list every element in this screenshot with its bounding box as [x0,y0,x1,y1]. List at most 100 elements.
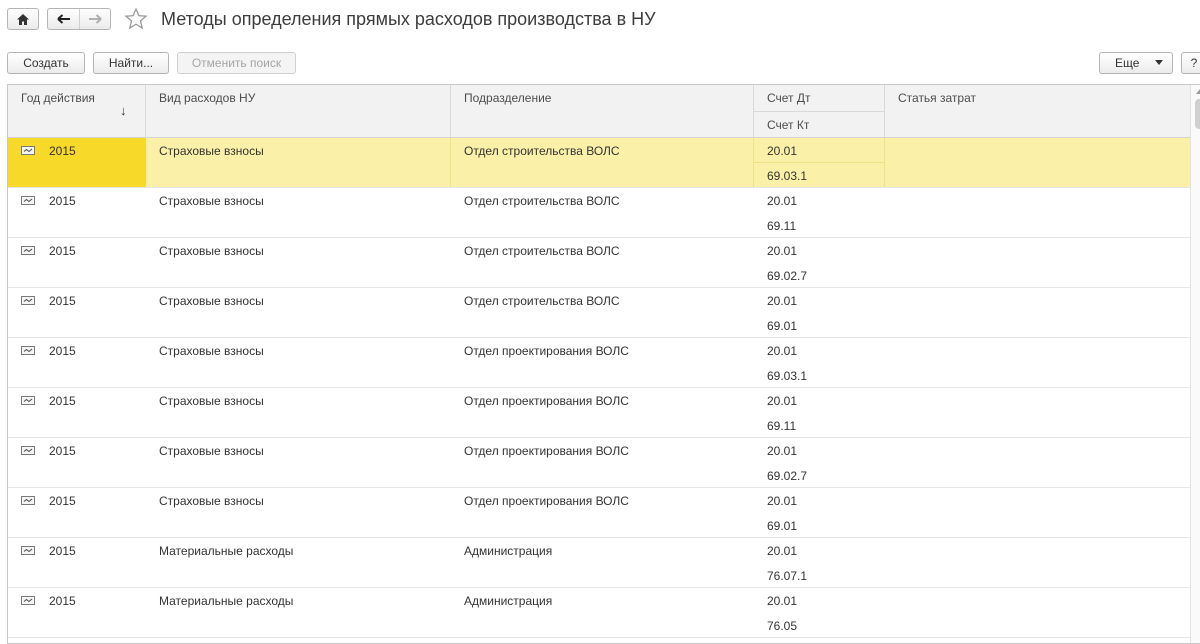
department-value: Отдел проектирования ВОЛС [464,444,629,458]
cell-expense-kind: Страховые взносы [146,488,451,537]
column-header-cost-item[interactable]: Статья затрат [885,85,1190,138]
expense-kind-value: Страховые взносы [159,394,264,408]
forward-button[interactable] [79,9,110,29]
cell-cost-item [885,488,1190,537]
expense-kind-value: Страховые взносы [159,244,264,258]
title-bar: Методы определения прямых расходов произ… [0,0,1200,42]
cell-accounts: 20.01 76.05 [754,588,885,637]
create-button[interactable]: Создать [7,52,85,74]
expense-kind-value: Страховые взносы [159,194,264,208]
department-value: Отдел проектирования ВОЛС [464,344,629,358]
table-row[interactable]: 2015 Страховые взносы Отдел строительств… [8,138,1190,188]
table-row[interactable]: 2015 Страховые взносы Отдел строительств… [8,188,1190,238]
cell-year: 2015 [8,338,146,387]
history-nav [47,8,111,30]
expense-kind-value: Материальные расходы [159,594,294,608]
table-row[interactable]: 2015 Страховые взносы Отдел строительств… [8,238,1190,288]
cell-year: 2015 [8,238,146,287]
home-icon [17,13,29,25]
cell-cost-item [885,538,1190,587]
cell-expense-kind: Страховые взносы [146,388,451,437]
expense-kind-value: Страховые взносы [159,144,264,158]
cell-department: Отдел строительства ВОЛС [451,138,754,187]
debit-account-value: 20.01 [767,394,798,408]
table-body: 2015 Страховые взносы Отдел строительств… [8,138,1190,638]
year-value: 2015 [49,394,76,408]
table-row[interactable]: 2015 Материальные расходы Администрация … [8,538,1190,588]
debit-account-value: 20.01 [767,194,798,208]
cell-expense-kind: Страховые взносы [146,138,451,187]
table-header: Год действия ↓ Вид расходов НУ Подраздел… [8,85,1190,138]
home-button[interactable] [7,8,39,30]
year-value: 2015 [49,494,76,508]
cell-expense-kind: Страховые взносы [146,238,451,287]
record-icon [21,346,35,355]
expense-kind-value: Страховые взносы [159,294,264,308]
cell-cost-item [885,288,1190,337]
cell-department: Отдел проектирования ВОЛС [451,338,754,387]
column-header-kind[interactable]: Вид расходов НУ [146,85,451,138]
cell-accounts: 20.01 69.03.1 [754,138,885,187]
record-icon [21,246,35,255]
credit-account-value: 69.01 [767,519,798,533]
table-row[interactable]: 2015 Материальные расходы Администрация … [8,588,1190,638]
cell-expense-kind: Страховые взносы [146,438,451,487]
table-row[interactable]: 2015 Страховые взносы Отдел проектирован… [8,488,1190,538]
scrollbar-thumb[interactable] [1195,99,1200,129]
cell-expense-kind: Материальные расходы [146,588,451,637]
vertical-scrollbar[interactable] [1190,85,1200,643]
expense-kind-value: Материальные расходы [159,544,294,558]
help-button[interactable]: ? [1181,52,1200,74]
page-title: Методы определения прямых расходов произ… [161,9,656,29]
cell-accounts: 20.01 69.03.1 [754,338,885,387]
expense-kind-value: Страховые взносы [159,444,264,458]
expense-kind-value: Страховые взносы [159,494,264,508]
cancel-search-button[interactable]: Отменить поиск [177,52,296,74]
year-value: 2015 [49,344,76,358]
debit-account-value: 20.01 [767,494,798,508]
year-value: 2015 [49,144,76,158]
cell-expense-kind: Страховые взносы [146,188,451,237]
column-header-department[interactable]: Подразделение [451,85,754,138]
more-menu-button[interactable]: Еще [1099,52,1173,74]
arrow-left-icon [56,14,70,24]
record-icon [21,396,35,405]
table-row[interactable]: 2015 Страховые взносы Отдел проектирован… [8,338,1190,388]
scroll-up-icon[interactable] [1196,89,1200,94]
table-row[interactable]: 2015 Страховые взносы Отдел проектирован… [8,388,1190,438]
record-icon [21,146,35,155]
year-value: 2015 [49,544,76,558]
credit-account-value: 69.11 [767,419,797,433]
cell-accounts: 20.01 76.07.1 [754,538,885,587]
table-row[interactable]: 2015 Страховые взносы Отдел проектирован… [8,438,1190,488]
cell-cost-item [885,338,1190,387]
credit-account-value: 69.11 [767,219,797,233]
year-value: 2015 [49,444,76,458]
favorite-star-icon[interactable] [124,7,148,31]
sort-desc-icon: ↓ [120,103,127,118]
table-row[interactable]: 2015 Страховые взносы Отдел строительств… [8,288,1190,338]
back-button[interactable] [48,9,79,29]
credit-account-value: 69.03.1 [767,169,808,183]
find-button[interactable]: Найти... [93,52,169,74]
column-header-year[interactable]: Год действия ↓ [8,85,146,138]
credit-account-value: 76.05 [767,619,798,633]
credit-account-value: 69.02.7 [767,269,808,283]
cell-accounts: 20.01 69.02.7 [754,238,885,287]
column-header-label: Год действия [21,91,95,105]
column-header-accounts[interactable]: Счет Дт Счет Кт [754,85,885,138]
record-icon [21,496,35,505]
debit-account-value: 20.01 [767,444,798,458]
cell-department: Администрация [451,588,754,637]
department-value: Отдел строительства ВОЛС [464,144,620,158]
year-value: 2015 [49,244,76,258]
credit-account-value: 69.01 [767,319,798,333]
record-icon [21,196,35,205]
record-icon [21,296,35,305]
record-icon [21,596,35,605]
department-value: Отдел строительства ВОЛС [464,194,620,208]
debit-account-value: 20.01 [767,594,798,608]
cell-expense-kind: Страховые взносы [146,338,451,387]
department-value: Администрация [464,594,553,608]
department-value: Отдел строительства ВОЛС [464,244,620,258]
